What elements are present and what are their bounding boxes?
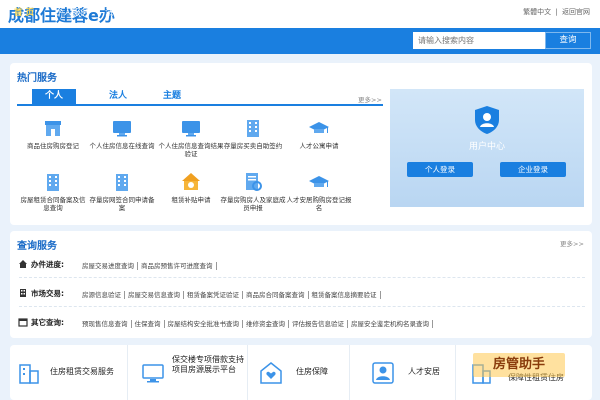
query-row-links-market: 房源信息验证 房屋交易信息查询 租赁备案凭证验证 商品房合同备案查询 租赁备案信息摘要验… [82,289,384,299]
query-link[interactable]: 房屋结构安全批准书查询 [167,320,243,328]
document-search-icon [246,173,262,191]
service-item-housing-info-query[interactable]: 个人住房信息在线查询 [89,117,155,150]
building-icon [247,120,259,137]
nav-legal-person-services[interactable]: 法人服务 [105,6,139,18]
bottom-service-talent-housing[interactable]: 人才安居 [350,345,456,400]
query-row-label-other: 其它查询: [31,318,64,327]
graduation-cap-icon [309,176,329,187]
query-link[interactable]: 预现售信息查询 [82,320,132,328]
query-link[interactable]: 房屋交易进度查询 [82,262,138,270]
service-item-self-service-signing[interactable]: 存量房买卖自助签约 [220,117,286,150]
tab-theme[interactable]: 主题 [152,89,192,104]
calendar-icon [18,318,28,327]
service-item-rental-contract-filing[interactable]: 房屋租赁合同备案及信息查询 [20,171,86,212]
user-center-label: 用户中心 [468,142,505,152]
personal-login-button[interactable]: 个人登录 [407,162,473,177]
house-coin-icon [182,173,200,190]
query-services-title: 查询服务 [17,241,57,252]
bottom-service-label: 保交楼专项借款支持项目房源展示平台 [172,355,244,374]
top-links-separator: | [555,8,558,16]
query-link[interactable]: 维修资金查询 [246,320,289,328]
query-link[interactable]: 房源信息验证 [82,291,125,299]
bottom-service-label: 住房保障 [296,367,328,376]
tab-personal[interactable]: 个人 [32,89,76,104]
service-item-label: 商品住房购房登记 [27,142,79,150]
user-shield-icon [475,106,499,134]
service-item-label: 人才公寓申请 [299,142,339,150]
nav-theme-services[interactable]: 主题服务 [155,6,189,18]
bottom-service-label: 人才安居 [408,367,440,376]
monitor-icon [113,121,131,137]
building-icon [19,364,39,384]
query-link[interactable]: 房屋安全鉴定机构名录查询 [351,320,433,328]
query-link[interactable]: 房屋交易信息查询 [128,291,184,299]
bottom-service-housing-security[interactable]: 住房保障 [248,345,350,400]
home-icon [19,260,27,268]
bottom-service-label: 住房租赁交易服务 [50,367,114,376]
tab-underline [17,104,383,106]
query-link[interactable]: 商品房预售许可进度查询 [141,262,217,270]
nav-personal-services[interactable]: 个人服务 [55,6,89,18]
service-item-talent-apartment[interactable]: 人才公寓申请 [286,117,352,150]
house-heart-icon [260,362,282,384]
bottom-service-guaranteed-delivery[interactable]: 保交楼专项借款支持项目房源展示平台 [128,345,248,400]
divider [19,306,585,307]
service-item-label: 存量房网签合同申请备案 [89,196,155,212]
search-button[interactable]: 查询 [545,32,591,49]
service-item-housing-info-verification[interactable]: 个人住房信息查询结果验证 [158,117,224,158]
search-input[interactable] [413,32,545,49]
service-item-label: 存量房购房人及家庭成员申报 [220,196,286,212]
nav-query-services[interactable]: 查询服务 [205,6,239,18]
user-center-card: 用户中心 个人登录 企业登录 [390,89,584,207]
query-link[interactable]: 评估报告信息验证 [292,320,348,328]
query-row-label-market: 市场交易: [31,289,64,298]
nav-home[interactable]: 首 页 [14,6,34,18]
tab-legal-person[interactable]: 法人 [98,89,138,104]
divider [19,277,585,278]
traditional-chinese-link[interactable]: 繁體中文 [523,8,551,16]
service-item-label: 人才安居购购房登记报名 [286,196,352,212]
query-services-panel: 查询服务 更多>> 办件进度: 房屋交易进度查询 商品房预售许可进度查询 市场交易… [10,231,592,338]
service-item-label: 存量房买卖自助签约 [223,142,283,150]
query-link[interactable]: 租赁备案凭证验证 [187,291,243,299]
query-services-more-link[interactable]: 更多>> [560,238,584,248]
graduation-cap-icon [309,122,329,133]
service-item-commercial-housing-registration[interactable]: 商品住房购房登记 [20,117,86,150]
return-official-site-link[interactable]: 返回官网 [562,8,590,16]
building-icon [116,174,128,191]
portrait-icon [372,362,394,384]
service-item-label: 房屋租赁合同备案及信息查询 [20,196,86,212]
query-link[interactable]: 租赁备案信息摘要验证 [311,291,381,299]
bottom-service-rental-transaction[interactable]: 住房租赁交易服务 [10,345,128,400]
watermark-badge: 房管助手 [473,353,565,377]
hot-services-title: 热门服务 [17,73,57,84]
query-row-label-progress: 办件进度: [31,260,64,269]
service-item-label: 租赁补贴申请 [171,196,211,204]
query-link[interactable]: 住保查询 [134,320,165,328]
query-row-links-progress: 房屋交易进度查询 商品房预售许可进度查询 [82,260,220,270]
top-links: 繁體中文 | 返回官网 [521,7,590,17]
service-item-rental-subsidy[interactable]: 租赁补贴申请 [158,171,224,204]
service-item-label: 个人住房信息在线查询 [89,142,155,150]
store-icon [45,121,61,136]
monitor-icon [182,121,200,137]
service-item-buyer-family-declaration[interactable]: 存量房购房人及家庭成员申报 [220,171,286,212]
nav-sichuan-government-services[interactable]: 四川政务服务网 [260,6,320,18]
service-item-talent-housing-registration[interactable]: 人才安居购购房登记报名 [286,171,352,212]
enterprise-login-button[interactable]: 企业登录 [500,162,566,177]
service-item-label: 个人住房信息查询结果验证 [158,142,224,158]
query-row-links-other: 预现售信息查询 住保查询 房屋结构安全批准书查询 维修资金查询 评估报告信息验证 房屋安全… [82,318,436,328]
service-item-online-contract-filing[interactable]: 存量房网签合同申请备案 [89,171,155,212]
hot-services-more-link[interactable]: 更多>> [358,94,382,104]
building-icon [47,174,59,191]
monitor-icon [142,364,164,383]
building-icon [20,289,26,297]
query-link[interactable]: 商品房合同备案查询 [246,291,309,299]
